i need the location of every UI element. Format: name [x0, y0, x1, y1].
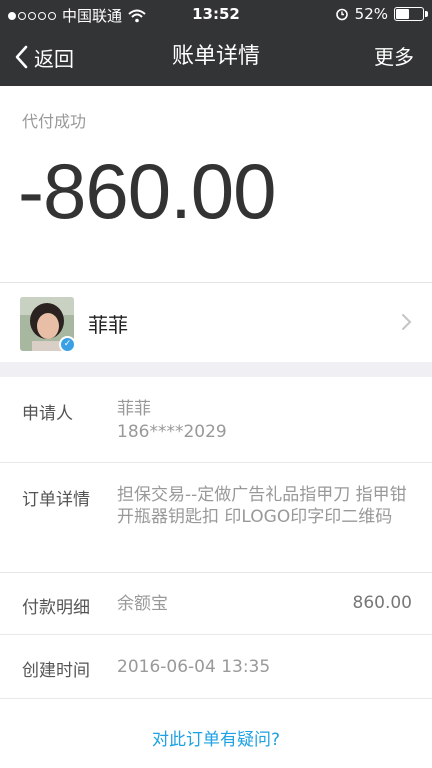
amount-value: -860.00	[18, 147, 277, 235]
payer-name: 菲菲	[88, 313, 128, 337]
details-card: 申请人 菲菲 186****2029 订单详情 担保交易--定做广告礼品指甲刀 …	[0, 377, 432, 768]
created-label: 创建时间	[22, 661, 90, 681]
payer-row[interactable]: ✓ 菲菲	[0, 282, 432, 362]
order-label: 订单详情	[22, 490, 90, 510]
amount-card: 代付成功 -860.00 ✓ 菲菲	[0, 86, 432, 362]
order-value: 担保交易--定做广告礼品指甲刀 指甲钳 开瓶器钥匙扣 印LOGO印字印二维码	[117, 485, 407, 527]
order-row: 订单详情 担保交易--定做广告礼品指甲刀 指甲钳 开瓶器钥匙扣 印LOGO印字印…	[0, 463, 432, 573]
created-value: 2016-06-04 13:35	[117, 657, 271, 677]
status-bar: 中国联通 13:52 52%	[0, 0, 432, 28]
requester-label: 申请人	[22, 404, 73, 424]
chevron-right-icon	[402, 314, 412, 330]
created-row: 创建时间 2016-06-04 13:35	[0, 635, 432, 699]
requester-row: 申请人 菲菲 186****2029	[0, 377, 432, 463]
requester-name: 菲菲	[117, 399, 151, 419]
payment-amount: 860.00	[352, 593, 412, 613]
payment-row: 付款明细 余额宝 860.00	[0, 573, 432, 635]
more-button[interactable]: 更多	[374, 28, 414, 86]
verified-badge-icon: ✓	[59, 336, 76, 353]
battery-percent: 52%	[354, 5, 388, 23]
requester-phone: 186****2029	[117, 422, 227, 442]
order-question-link[interactable]: 对此订单有疑问?	[0, 725, 432, 750]
payment-label: 付款明细	[22, 598, 90, 618]
status-right: 52%	[335, 5, 428, 23]
battery-icon	[394, 7, 428, 21]
alarm-icon	[335, 8, 348, 21]
page-title: 账单详情	[171, 44, 260, 69]
payment-status: 代付成功	[22, 112, 87, 131]
nav-bar: 返回 账单详情 更多	[0, 28, 432, 86]
